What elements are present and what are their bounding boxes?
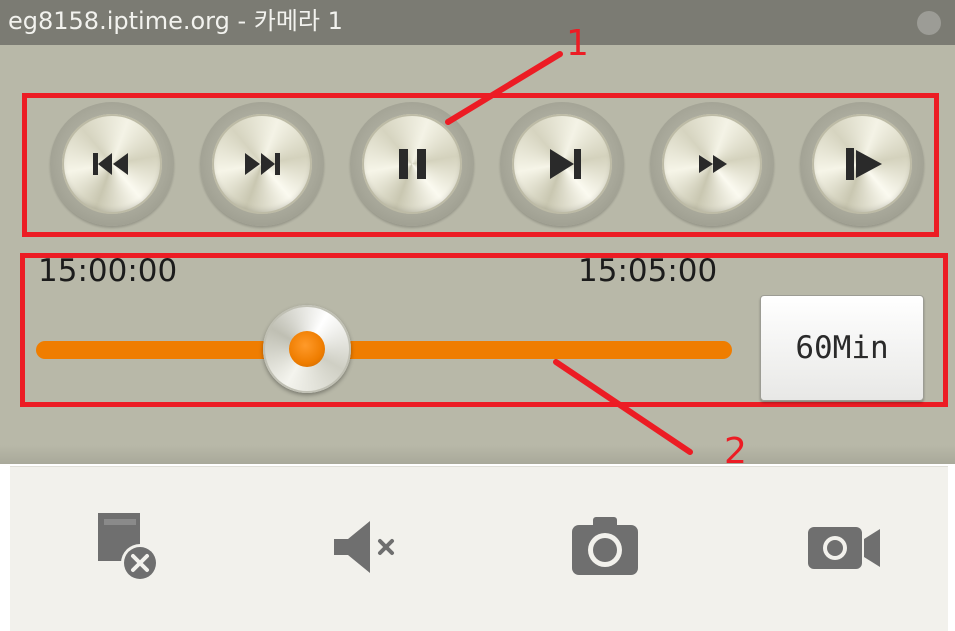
fast-forward-icon xyxy=(699,155,727,173)
step-forward-icon xyxy=(550,149,581,179)
timeline-slider-thumb[interactable] xyxy=(263,305,351,393)
window-title: eg8158.iptime.org - 카메라 1 xyxy=(8,7,343,35)
pause-icon xyxy=(399,149,426,179)
start-time: 15:00:00 xyxy=(38,253,178,289)
annotation-label-2: 2 xyxy=(724,431,747,472)
skip-forward-button[interactable] xyxy=(200,102,324,226)
record-button[interactable] xyxy=(800,507,890,587)
mute-icon xyxy=(334,521,394,573)
bottom-toolbar xyxy=(10,466,948,631)
skip-back-icon xyxy=(93,153,128,175)
annotation-label-1: 1 xyxy=(566,23,589,64)
slow-play-button[interactable] xyxy=(800,102,924,226)
camera-icon xyxy=(572,517,638,575)
video-record-icon xyxy=(808,527,880,569)
end-time: 15:05:00 xyxy=(578,253,718,289)
slider-thumb-dot xyxy=(289,331,325,367)
step-forward-button[interactable] xyxy=(500,102,624,226)
range-button-label: 60Min xyxy=(795,330,889,366)
window-status-icon xyxy=(917,11,941,35)
fast-forward-button[interactable] xyxy=(650,102,774,226)
slow-play-icon xyxy=(846,148,882,180)
timeline-track[interactable] xyxy=(36,341,732,359)
mute-button[interactable] xyxy=(320,507,410,587)
pause-button[interactable] xyxy=(350,102,474,226)
snapshot-button[interactable] xyxy=(560,507,650,587)
close-video-button[interactable] xyxy=(92,507,182,587)
skip-back-button[interactable] xyxy=(50,102,174,226)
range-60min-button[interactable]: 60Min xyxy=(760,295,924,401)
skip-forward-icon xyxy=(245,153,280,175)
player-panel: 15:00:00 15:05:00 60Min xyxy=(0,45,955,464)
title-bar: eg8158.iptime.org - 카메라 1 xyxy=(0,0,955,45)
panel-shadow xyxy=(0,445,955,464)
close-video-icon xyxy=(98,513,159,582)
